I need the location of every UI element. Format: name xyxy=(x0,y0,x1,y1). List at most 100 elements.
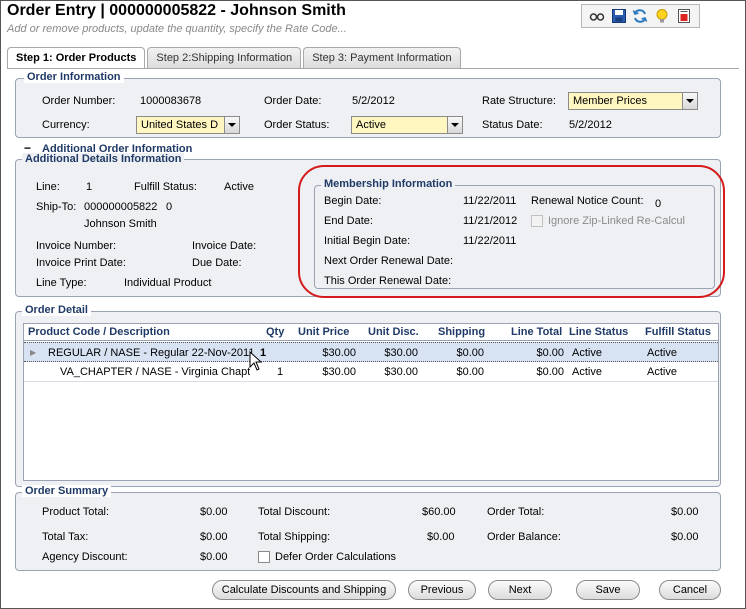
currency-select[interactable]: United States D xyxy=(136,116,240,134)
save-button[interactable]: Save xyxy=(576,580,640,600)
agency-discount-value: $0.00 xyxy=(200,551,228,563)
order-balance-label: Order Balance: xyxy=(487,531,561,543)
chevron-down-icon[interactable] xyxy=(447,117,462,133)
row-fulfill-status: Active xyxy=(647,347,677,359)
toolbar xyxy=(581,4,700,28)
grid-header: Product Code / Description Qty Unit Pric… xyxy=(24,324,718,341)
row-line-total: $0.00 xyxy=(536,366,564,378)
col-unit-disc[interactable]: Unit Disc. xyxy=(368,326,419,338)
glasses-icon[interactable] xyxy=(589,8,605,24)
order-information-legend: Order Information xyxy=(24,71,124,83)
col-unit-price[interactable]: Unit Price xyxy=(298,326,349,338)
order-date-value: 5/2/2012 xyxy=(352,95,395,107)
order-detail-grid: Product Code / Description Qty Unit Pric… xyxy=(23,323,719,481)
row-unit-disc: $30.00 xyxy=(384,347,418,359)
due-date-label: Due Date: xyxy=(192,257,242,269)
report-icon[interactable] xyxy=(676,8,692,24)
ship-to-number: 0 xyxy=(166,201,173,213)
row-unit-price: $30.00 xyxy=(322,366,356,378)
invoice-number-label: Invoice Number: xyxy=(36,240,117,252)
product-total-label: Product Total: xyxy=(42,506,110,518)
status-date-value: 5/2/2012 xyxy=(569,119,612,131)
invoice-date-label: Invoice Date: xyxy=(192,240,257,252)
order-summary-group: Order Summary Product Total: $0.00 Total… xyxy=(15,485,721,571)
order-total-label: Order Total: xyxy=(487,506,545,518)
ship-to-label: Ship-To: xyxy=(36,201,77,213)
highlight-circle xyxy=(298,165,725,298)
row-expand-icon[interactable]: ▶ xyxy=(30,348,36,357)
lightbulb-icon[interactable] xyxy=(654,8,670,24)
row-shipping: $0.00 xyxy=(456,347,484,359)
col-product-code[interactable]: Product Code / Description xyxy=(28,326,170,338)
fulfill-status-label: Fulfill Status: xyxy=(134,181,197,193)
row-shipping: $0.00 xyxy=(456,366,484,378)
order-status-label: Order Status: xyxy=(264,119,330,131)
next-button[interactable]: Next xyxy=(488,580,552,600)
row-line-status: Active xyxy=(572,347,602,359)
line-type-value: Individual Product xyxy=(124,277,212,289)
step-tabs: Step 1: Order Products Step 2:Shipping I… xyxy=(7,47,463,69)
defer-order-calculations-label: Defer Order Calculations xyxy=(275,551,397,563)
row-line-total: $0.00 xyxy=(536,347,564,359)
order-balance-value: $0.00 xyxy=(671,531,699,543)
ship-to-id: 000000005822 xyxy=(84,201,158,213)
total-shipping-label: Total Shipping: xyxy=(258,531,331,543)
chevron-down-icon[interactable] xyxy=(682,93,697,109)
cancel-button[interactable]: Cancel xyxy=(659,580,721,600)
tab-divider xyxy=(7,68,739,69)
total-discount-value: $60.00 xyxy=(422,506,456,518)
table-row[interactable]: ▶ REGULAR / NASE - Regular 22-Nov-2011 1… xyxy=(24,342,718,371)
table-row[interactable]: VA_CHAPTER / NASE - Virginia Chapter 1 $… xyxy=(24,362,718,382)
currency-label: Currency: xyxy=(42,119,90,131)
row-product: REGULAR / NASE - Regular 22-Nov-2011 xyxy=(48,347,255,359)
order-number-value: 1000083678 xyxy=(140,95,202,107)
previous-button[interactable]: Previous xyxy=(408,580,476,600)
order-number-label: Order Number: xyxy=(42,95,116,107)
agency-discount-label: Agency Discount: xyxy=(42,551,128,563)
line-value: 1 xyxy=(86,181,93,193)
col-line-total[interactable]: Line Total xyxy=(511,326,562,338)
chevron-down-icon[interactable] xyxy=(224,117,239,133)
currency-value: United States D xyxy=(141,119,219,131)
refresh-icon[interactable] xyxy=(632,8,648,24)
line-type-label: Line Type: xyxy=(36,277,87,289)
row-product: VA_CHAPTER / NASE - Virginia Chapter xyxy=(60,366,250,378)
rate-structure-label: Rate Structure: xyxy=(482,95,556,107)
defer-order-calculations-checkbox[interactable] xyxy=(258,551,270,563)
col-shipping[interactable]: Shipping xyxy=(438,326,485,338)
order-summary-legend: Order Summary xyxy=(22,485,112,497)
rate-structure-value: Member Prices xyxy=(573,95,647,107)
total-tax-value: $0.00 xyxy=(200,531,228,543)
order-date-label: Order Date: xyxy=(264,95,322,107)
order-entry-window: Order Entry | 000000005822 - Johnson Smi… xyxy=(0,0,746,609)
order-detail-legend: Order Detail xyxy=(22,304,91,316)
tab-shipping-information[interactable]: Step 2:Shipping Information xyxy=(147,47,302,68)
order-information-group: Order Information Order Number: 10000836… xyxy=(15,71,721,138)
status-date-label: Status Date: xyxy=(482,119,543,131)
page-title: Order Entry | 000000005822 - Johnson Smi… xyxy=(7,2,346,19)
row-fulfill-status: Active xyxy=(647,366,677,378)
rate-structure-select[interactable]: Member Prices xyxy=(568,92,698,110)
order-status-value: Active xyxy=(356,119,386,131)
order-status-select[interactable]: Active xyxy=(351,116,463,134)
total-discount-label: Total Discount: xyxy=(258,506,331,518)
col-line-status[interactable]: Line Status xyxy=(569,326,628,338)
ship-to-name: Johnson Smith xyxy=(84,218,157,230)
total-tax-label: Total Tax: xyxy=(42,531,89,543)
total-shipping-value: $0.00 xyxy=(427,531,455,543)
calculate-discounts-button[interactable]: Calculate Discounts and Shipping xyxy=(212,580,396,600)
line-label: Line: xyxy=(36,181,60,193)
row-qty[interactable]: 1 xyxy=(277,366,283,378)
tab-payment-information[interactable]: Step 3: Payment Information xyxy=(303,47,461,68)
product-total-value: $0.00 xyxy=(200,506,228,518)
row-unit-price: $30.00 xyxy=(322,347,356,359)
tab-order-products[interactable]: Step 1: Order Products xyxy=(7,47,146,69)
save-icon[interactable] xyxy=(611,8,627,24)
page-subtitle: Add or remove products, update the quant… xyxy=(7,23,347,35)
invoice-print-date-label: Invoice Print Date: xyxy=(36,257,126,269)
col-fulfill-status[interactable]: Fulfill Status xyxy=(645,326,711,338)
order-total-value: $0.00 xyxy=(671,506,699,518)
additional-details-legend: Additional Details Information xyxy=(22,153,185,165)
row-line-status: Active xyxy=(572,366,602,378)
col-qty[interactable]: Qty xyxy=(266,326,284,338)
